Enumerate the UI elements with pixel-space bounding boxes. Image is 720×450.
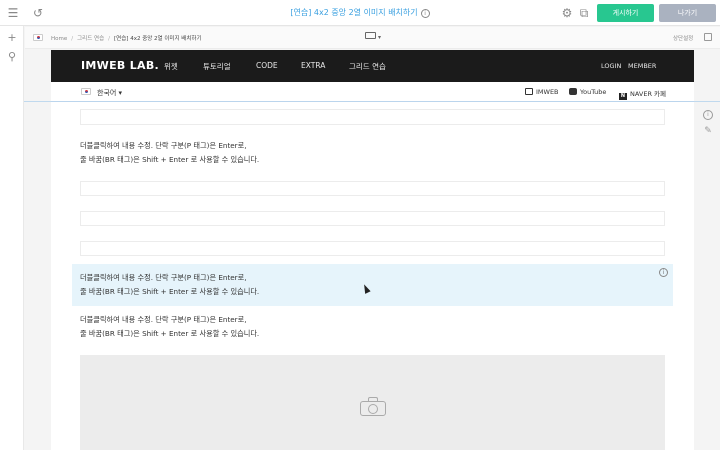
text-line: 더블클릭하여 내용 수정. 단락 구분(P 태그)은 Enter로, [80,273,247,282]
breadcrumb-home[interactable]: Home [51,36,67,42]
empty-block[interactable] [80,109,665,125]
naver-label: NAVER 카페 [630,90,666,98]
site-header: IMWEB LAB. 위젯 튜토리얼 CODE EXTRA 그리드 연습 LOG… [51,50,694,82]
youtube-icon [569,88,577,95]
member-link[interactable]: MEMBER [628,62,656,70]
external-link-icon [525,88,533,95]
image-placeholder[interactable] [80,355,665,450]
korea-flag-icon[interactable] [33,34,43,41]
naver-icon: N [619,93,627,100]
exit-button[interactable]: 나가기 [659,4,716,22]
nav-item-grid[interactable]: 그리드 연습 [349,61,386,72]
site-subbar: 한국어 ▾ IMWEB YouTube N NAVER 카페 [51,82,694,102]
page-title-text: [연습] 4x2 중앙 2열 이미지 배치하기 [290,8,418,17]
text-line: 더블클릭하여 내용 수정. 단락 구분(P 태그)은 Enter로, [80,141,247,150]
header-guide-line [24,101,720,102]
info-icon[interactable]: i [659,268,668,277]
youtube-link[interactable]: YouTube [569,88,606,96]
info-icon[interactable]: i [703,110,713,120]
copy-icon[interactable] [704,33,712,41]
empty-block[interactable] [80,211,665,226]
breadcrumb-current: [연습] 4x2 중앙 2열 이미지 배치하기 [114,36,202,42]
plus-icon[interactable]: + [6,32,18,44]
desktop-icon [365,32,376,39]
site-canvas: IMWEB LAB. 위젯 튜토리얼 CODE EXTRA 그리드 연습 LOG… [51,50,694,450]
korea-flag-icon [81,88,91,95]
nav-item-code[interactable]: CODE [256,61,278,70]
breadcrumb-section[interactable]: 그리드 연습 [77,36,104,42]
external-link-icon[interactable]: ⧉ [577,6,591,20]
gear-icon[interactable]: ⚙ [560,6,574,20]
language-select[interactable]: 한국어 ▾ [97,88,122,98]
text-line: 줄 바꿈(BR 태그)은 Shift + Enter 로 사용할 수 있습니다. [80,287,260,296]
nav-item-widget[interactable]: 위젯 [164,61,178,72]
empty-block[interactable] [80,241,665,256]
text-line: 줄 바꿈(BR 태그)은 Shift + Enter 로 사용할 수 있습니다. [80,329,260,338]
empty-block[interactable] [80,181,665,196]
left-tool-rail: + ⚲ [0,26,24,450]
text-line: 더블클릭하여 내용 수정. 단락 구분(P 태그)은 Enter로, [80,315,247,324]
camera-icon [360,397,386,416]
youtube-label: YouTube [580,88,607,96]
info-icon[interactable]: i [420,9,430,18]
publish-button[interactable]: 게시하기 [597,4,654,22]
language-label: 한국어 [97,89,117,97]
pin-icon[interactable]: ✎ [703,126,713,136]
site-logo[interactable]: IMWEB LAB. [81,59,159,72]
header-settings-link[interactable]: 상단설정 [673,34,693,42]
text-block[interactable]: 더블클릭하여 내용 수정. 단락 구분(P 태그)은 Enter로, 줄 바꿈(… [80,271,259,299]
text-block[interactable]: 더블클릭하여 내용 수정. 단락 구분(P 태그)은 Enter로, 줄 바꿈(… [80,313,259,341]
device-preview-toggle[interactable]: ▾ [365,32,381,43]
nav-item-tutorial[interactable]: 튜토리얼 [203,61,231,72]
login-link[interactable]: LOGIN [601,62,621,70]
nav-item-extra[interactable]: EXTRA [301,61,325,70]
chevron-down-icon: ▾ [378,34,382,41]
naver-cafe-link[interactable]: N NAVER 카페 [619,88,666,100]
text-block[interactable]: 더블클릭하여 내용 수정. 단락 구분(P 태그)은 Enter로, 줄 바꿈(… [80,139,259,167]
imweb-label: IMWEB [536,88,559,96]
editor-topbar: ☰ ↺ [연습] 4x2 중앙 2열 이미지 배치하기 i ⚙ ⧉ 게시하기 나가… [0,0,720,26]
text-line: 줄 바꿈(BR 태그)은 Shift + Enter 로 사용할 수 있습니다. [80,155,260,164]
breadcrumb-bar: Home / 그리드 연습 / [연습] 4x2 중앙 2열 이미지 배치하기 ▾ 상단… [25,27,720,49]
imweb-link[interactable]: IMWEB [525,88,559,96]
brush-icon[interactable]: ⚲ [6,51,18,63]
breadcrumb: Home / 그리드 연습 / [연습] 4x2 중앙 2열 이미지 배치하기 [51,36,202,42]
